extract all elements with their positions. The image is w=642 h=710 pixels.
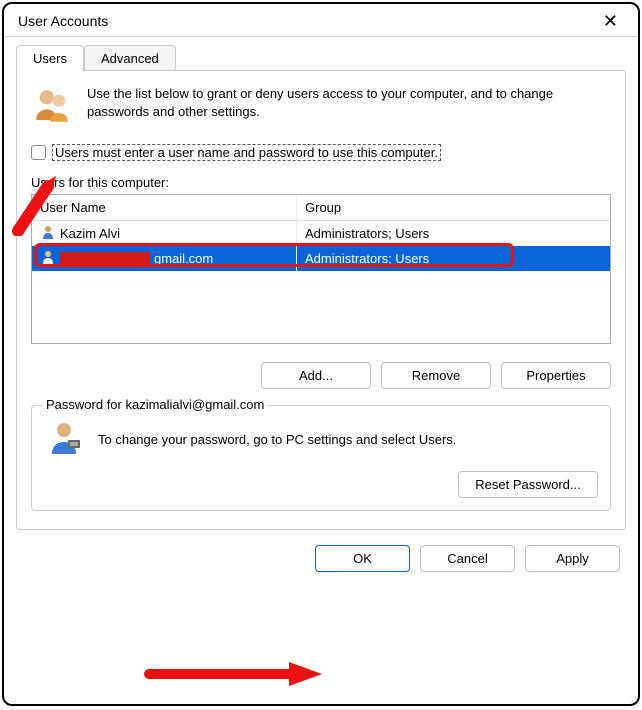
list-header: User Name Group bbox=[32, 195, 610, 221]
users-icon bbox=[31, 85, 73, 130]
cancel-button[interactable]: Cancel bbox=[420, 545, 515, 572]
dialog-button-row: OK Cancel Apply bbox=[4, 531, 638, 586]
users-list[interactable]: User Name Group Kazim Alvi Administrator… bbox=[31, 194, 611, 344]
users-tab-panel: Use the list below to grant or deny user… bbox=[16, 70, 626, 530]
table-row[interactable]: gmail.com Administrators; Users bbox=[32, 246, 610, 271]
table-row[interactable]: Kazim Alvi Administrators; Users bbox=[32, 221, 610, 246]
close-button[interactable]: ✕ bbox=[597, 12, 624, 30]
password-text: To change your password, go to PC settin… bbox=[98, 432, 598, 447]
tabs: Users Advanced bbox=[4, 37, 638, 71]
annotation-arrow-ok bbox=[144, 659, 324, 689]
user-icon bbox=[40, 249, 56, 268]
remove-button[interactable]: Remove bbox=[381, 362, 491, 389]
password-legend: Password for kazimalialvi@gmail.com bbox=[42, 397, 268, 412]
ok-button[interactable]: OK bbox=[315, 545, 410, 572]
user-name-suffix: gmail.com bbox=[154, 251, 213, 266]
add-button[interactable]: Add... bbox=[261, 362, 371, 389]
user-group-cell: Administrators; Users bbox=[297, 248, 610, 269]
reset-password-button[interactable]: Reset Password... bbox=[458, 471, 598, 498]
tab-advanced[interactable]: Advanced bbox=[84, 45, 176, 71]
user-accounts-dialog: User Accounts ✕ Users Advanced Use the l… bbox=[2, 2, 640, 706]
redacted-username bbox=[60, 252, 150, 266]
column-group[interactable]: Group bbox=[297, 195, 610, 220]
users-list-label: Users for this computer: bbox=[31, 175, 611, 190]
password-fieldset: Password for kazimalialvi@gmail.com To c… bbox=[31, 405, 611, 511]
password-user-icon bbox=[44, 418, 84, 461]
user-group-cell: Administrators; Users bbox=[297, 223, 610, 244]
user-icon bbox=[40, 224, 56, 243]
properties-button[interactable]: Properties bbox=[501, 362, 611, 389]
titlebar: User Accounts ✕ bbox=[4, 4, 638, 37]
user-name-cell: Kazim Alvi bbox=[60, 226, 120, 241]
tab-users[interactable]: Users bbox=[16, 45, 84, 71]
column-username[interactable]: User Name bbox=[32, 195, 297, 220]
window-title: User Accounts bbox=[18, 13, 108, 29]
intro-text: Use the list below to grant or deny user… bbox=[87, 85, 611, 121]
require-login-label: Users must enter a user name and passwor… bbox=[52, 144, 441, 161]
require-login-checkbox[interactable] bbox=[31, 145, 46, 160]
apply-button[interactable]: Apply bbox=[525, 545, 620, 572]
